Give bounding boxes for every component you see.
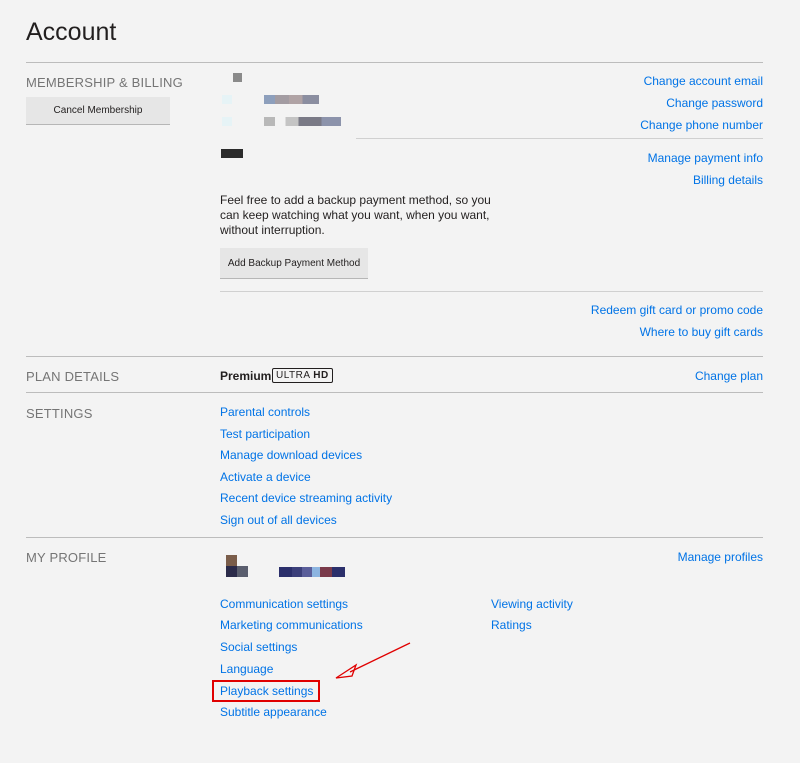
plan-name: Premium [220,369,272,383]
redacted-phone [264,117,341,126]
subtitle-appearance-link[interactable]: Subtitle appearance [220,705,327,719]
highlight-box [212,680,320,702]
divider [356,138,763,139]
communication-settings-link[interactable]: Communication settings [220,597,348,611]
add-backup-payment-button[interactable]: Add Backup Payment Method [220,248,368,278]
sign-out-all-devices-link[interactable]: Sign out of all devices [220,513,337,527]
language-link[interactable]: Language [220,662,273,676]
section-label-profile: MY PROFILE [26,550,107,565]
test-participation-link[interactable]: Test participation [220,427,310,441]
change-phone-number-link[interactable]: Change phone number [640,118,763,132]
manage-payment-info-link[interactable]: Manage payment info [648,151,763,165]
divider [220,291,763,292]
annotation-arrow-icon [335,642,411,679]
recent-streaming-activity-link[interactable]: Recent device streaming activity [220,491,392,505]
avatar [226,555,248,577]
divider [26,62,763,63]
redeem-gift-card-link[interactable]: Redeem gift card or promo code [591,303,763,317]
page-title: Account [26,18,117,46]
change-plan-link[interactable]: Change plan [695,369,763,383]
redacted-profile-name [279,567,345,577]
redacted-block [222,117,232,126]
billing-details-link[interactable]: Billing details [693,173,763,187]
ratings-link[interactable]: Ratings [491,618,532,632]
backup-payment-note: Feel free to add a backup payment method… [220,193,491,237]
section-label-settings: SETTINGS [26,406,93,421]
divider [26,392,763,393]
parental-controls-link[interactable]: Parental controls [220,405,310,419]
redacted-card-icon [221,149,243,158]
cancel-membership-button[interactable]: Cancel Membership [26,97,170,124]
social-settings-link[interactable]: Social settings [220,640,297,654]
marketing-communications-link[interactable]: Marketing communications [220,618,363,632]
change-password-link[interactable]: Change password [666,96,763,110]
section-label-plan: PLAN DETAILS [26,369,120,384]
divider [26,537,763,538]
redacted-password [264,95,319,104]
section-label-membership: MEMBERSHIP & BILLING [26,75,183,90]
divider [26,356,763,357]
manage-profiles-link[interactable]: Manage profiles [678,550,763,564]
change-account-email-link[interactable]: Change account email [644,74,763,88]
redacted-block [222,95,232,104]
manage-download-devices-link[interactable]: Manage download devices [220,448,362,462]
where-to-buy-gift-cards-link[interactable]: Where to buy gift cards [640,325,763,339]
activate-device-link[interactable]: Activate a device [220,470,311,484]
redacted-email [233,73,242,82]
ultra-hd-badge: ULTRA HD [272,368,333,383]
viewing-activity-link[interactable]: Viewing activity [491,597,573,611]
